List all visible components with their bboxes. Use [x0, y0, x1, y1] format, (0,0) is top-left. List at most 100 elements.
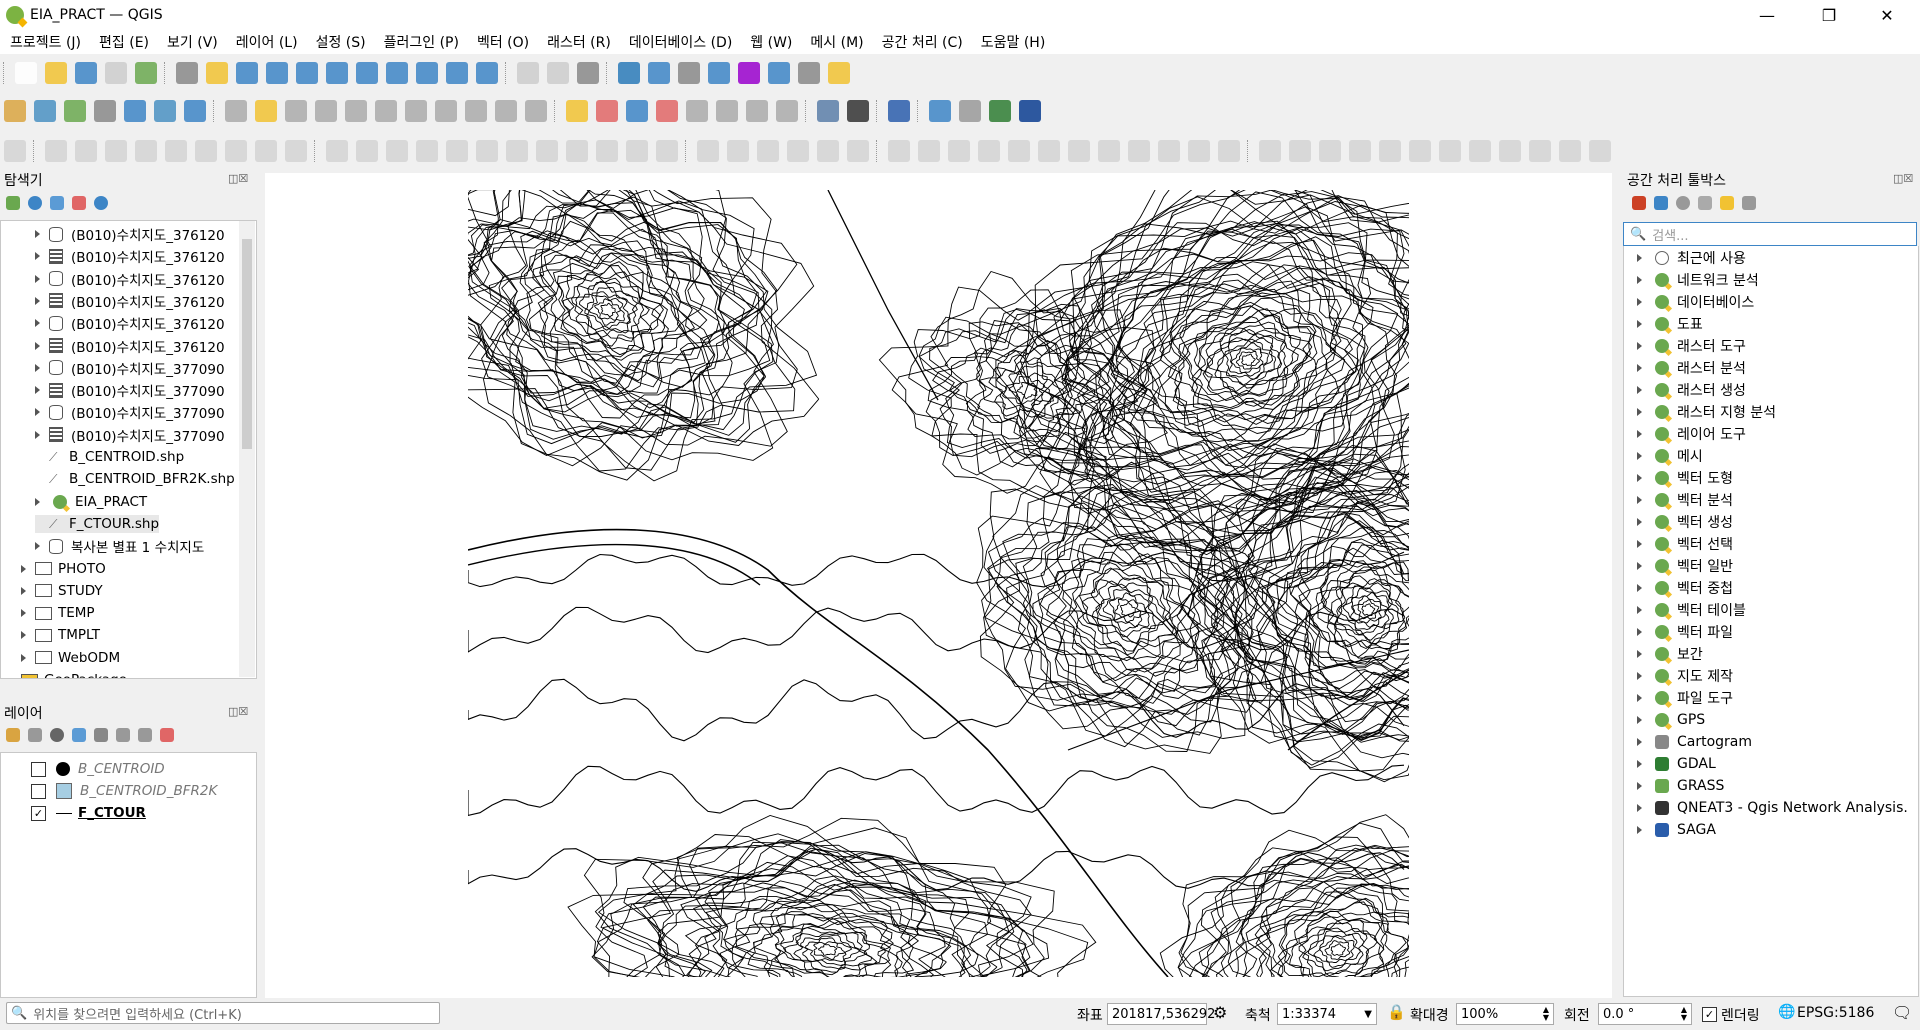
expand-arrow-icon[interactable]: [1637, 804, 1642, 812]
menu-item-7[interactable]: 래스터 (R): [537, 32, 619, 52]
statistics-icon[interactable]: [708, 62, 730, 84]
advanced-digitizing-8-icon[interactable]: [255, 140, 277, 162]
advanced-digitizing-45-icon[interactable]: [1409, 140, 1431, 162]
processing-group[interactable]: 벡터 도형: [1637, 469, 1733, 487]
advanced-digitizing-23-icon[interactable]: [727, 140, 749, 162]
advanced-digitizing-28-icon[interactable]: [888, 140, 910, 162]
advanced-digitizing-7-icon[interactable]: [225, 140, 247, 162]
expand-arrow-icon[interactable]: [1637, 672, 1642, 680]
processing-group[interactable]: 메시: [1637, 447, 1703, 465]
zoom-out-icon[interactable]: [266, 62, 288, 84]
browser-vertical-scrollbar[interactable]: [239, 221, 255, 677]
processing-group[interactable]: 벡터 선택: [1637, 535, 1733, 553]
temporal-icon[interactable]: [547, 62, 569, 84]
zoom-last-icon[interactable]: [416, 62, 438, 84]
browser-folder[interactable]: STUDY: [21, 582, 103, 600]
browser-item[interactable]: 복사본 별표 1 수치지도: [35, 537, 204, 556]
coordinate-field[interactable]: 201817,536292: [1107, 1003, 1215, 1025]
processing-group[interactable]: 래스터 지형 분석: [1637, 403, 1776, 421]
expand-arrow-icon[interactable]: [1637, 628, 1642, 636]
expand-arrow-icon[interactable]: [1637, 474, 1642, 482]
menu-item-1[interactable]: 편집 (E): [89, 32, 157, 52]
label-abc-icon[interactable]: [566, 100, 588, 122]
delete-selected-icon[interactable]: [375, 100, 397, 122]
locator-search-input[interactable]: 🔍 위치를 찾으려면 입력하세요 (Ctrl+K): [6, 1002, 440, 1024]
advanced-digitizing-32-icon[interactable]: [1008, 140, 1030, 162]
style-icon[interactable]: [6, 728, 20, 742]
menu-item-8[interactable]: 데이터베이스 (D): [619, 32, 740, 52]
browser-item[interactable]: (B010)수치지도_376120: [35, 292, 225, 311]
advanced-digitizing-34-icon[interactable]: [1068, 140, 1090, 162]
processing-group[interactable]: 래스터 분석: [1637, 359, 1746, 377]
zoom-selection-icon[interactable]: [356, 62, 378, 84]
processing-group[interactable]: 벡터 생성: [1637, 513, 1733, 531]
expand-arrow-icon[interactable]: [1637, 342, 1642, 350]
label-rotate-icon[interactable]: [686, 100, 708, 122]
restore-button[interactable]: ❐: [1806, 0, 1852, 30]
advanced-digitizing-15-icon[interactable]: [476, 140, 498, 162]
label-show-icon[interactable]: [626, 100, 648, 122]
pan-to-selection-icon[interactable]: [206, 62, 228, 84]
expand-arrow-icon[interactable]: [1637, 276, 1642, 284]
expand-arrow-icon[interactable]: [1637, 496, 1642, 504]
close-button[interactable]: ✕: [1864, 0, 1910, 30]
grass-icon[interactable]: [959, 100, 981, 122]
zoom-layer-icon[interactable]: [326, 62, 348, 84]
advanced-digitizing-18-icon[interactable]: [566, 140, 588, 162]
expand-arrow-icon[interactable]: [1637, 452, 1642, 460]
browser-item[interactable]: (B010)수치지도_376120: [35, 247, 225, 266]
advanced-digitizing-48-icon[interactable]: [1499, 140, 1521, 162]
expand-arrow-icon[interactable]: [1637, 606, 1642, 614]
render-checkbox[interactable]: ✓: [1702, 1007, 1717, 1022]
menu-item-9[interactable]: 웹 (W): [740, 32, 800, 52]
layer-item[interactable]: B_CENTROID_BFR2K: [31, 782, 217, 800]
browser-item[interactable]: (B010)수치지도_376120: [35, 337, 225, 356]
expand-arrow-icon[interactable]: [1637, 430, 1642, 438]
expand-arrow-icon[interactable]: [1637, 716, 1642, 724]
browser-item[interactable]: (B010)수치지도_377090: [35, 403, 225, 422]
expand-arrow-icon[interactable]: [1637, 298, 1642, 306]
advanced-digitizing-46-icon[interactable]: [1439, 140, 1461, 162]
processing-group[interactable]: SAGA: [1637, 821, 1716, 839]
processing-group[interactable]: Cartogram: [1637, 733, 1752, 751]
browser-item[interactable]: ⟋ B_CENTROID.shp: [35, 448, 184, 466]
browser-item[interactable]: (B010)수치지도_376120: [35, 225, 225, 244]
browser-item[interactable]: EIA_PRACT: [35, 493, 147, 511]
advanced-digitizing-17-icon[interactable]: [536, 140, 558, 162]
processing-group[interactable]: GPS: [1637, 711, 1705, 729]
add-raster-icon[interactable]: [34, 100, 56, 122]
expand-arrow-icon[interactable]: [1637, 320, 1642, 328]
browser-item[interactable]: (B010)수치지도_377090: [35, 359, 225, 378]
advanced-digitizing-21-icon[interactable]: [656, 140, 678, 162]
advanced-digitizing-24-icon[interactable]: [757, 140, 779, 162]
measure-line-icon[interactable]: [768, 62, 790, 84]
processing-panel-float-close[interactable]: ◫☒: [1893, 172, 1913, 185]
expand-arrow-icon[interactable]: [21, 609, 26, 618]
advanced-digitizing-0-icon[interactable]: [4, 140, 26, 162]
expand-arrow-icon[interactable]: [21, 586, 26, 595]
lock-scale-icon[interactable]: 🔒: [1387, 1003, 1406, 1021]
contour-map[interactable]: [468, 190, 1409, 977]
advanced-digitizing-1-icon[interactable]: [45, 140, 67, 162]
processing-group[interactable]: 보간: [1637, 645, 1703, 663]
style-manager-icon[interactable]: [135, 62, 157, 84]
zoom-in-icon[interactable]: [236, 62, 258, 84]
advanced-digitizing-43-icon[interactable]: [1349, 140, 1371, 162]
add-spatialite-icon[interactable]: [94, 100, 116, 122]
browser-item[interactable]: (B010)수치지도_376120: [35, 270, 225, 289]
advanced-digitizing-14-icon[interactable]: [446, 140, 468, 162]
pan-icon[interactable]: [176, 62, 198, 84]
help-icon[interactable]: [94, 196, 108, 210]
remove-layer-icon[interactable]: [160, 728, 174, 742]
advanced-digitizing-29-icon[interactable]: [918, 140, 940, 162]
add-virtual-icon[interactable]: [184, 100, 206, 122]
advanced-digitizing-16-icon[interactable]: [506, 140, 528, 162]
processing-group[interactable]: 도표: [1637, 315, 1703, 333]
redo-icon[interactable]: [525, 100, 547, 122]
collapse-all-icon[interactable]: [72, 196, 86, 210]
undo-icon[interactable]: [495, 100, 517, 122]
processing-group[interactable]: 래스터 생성: [1637, 381, 1746, 399]
plugin-a-icon[interactable]: [989, 100, 1011, 122]
advanced-digitizing-50-icon[interactable]: [1559, 140, 1581, 162]
python-scripts-icon[interactable]: [1654, 196, 1668, 210]
